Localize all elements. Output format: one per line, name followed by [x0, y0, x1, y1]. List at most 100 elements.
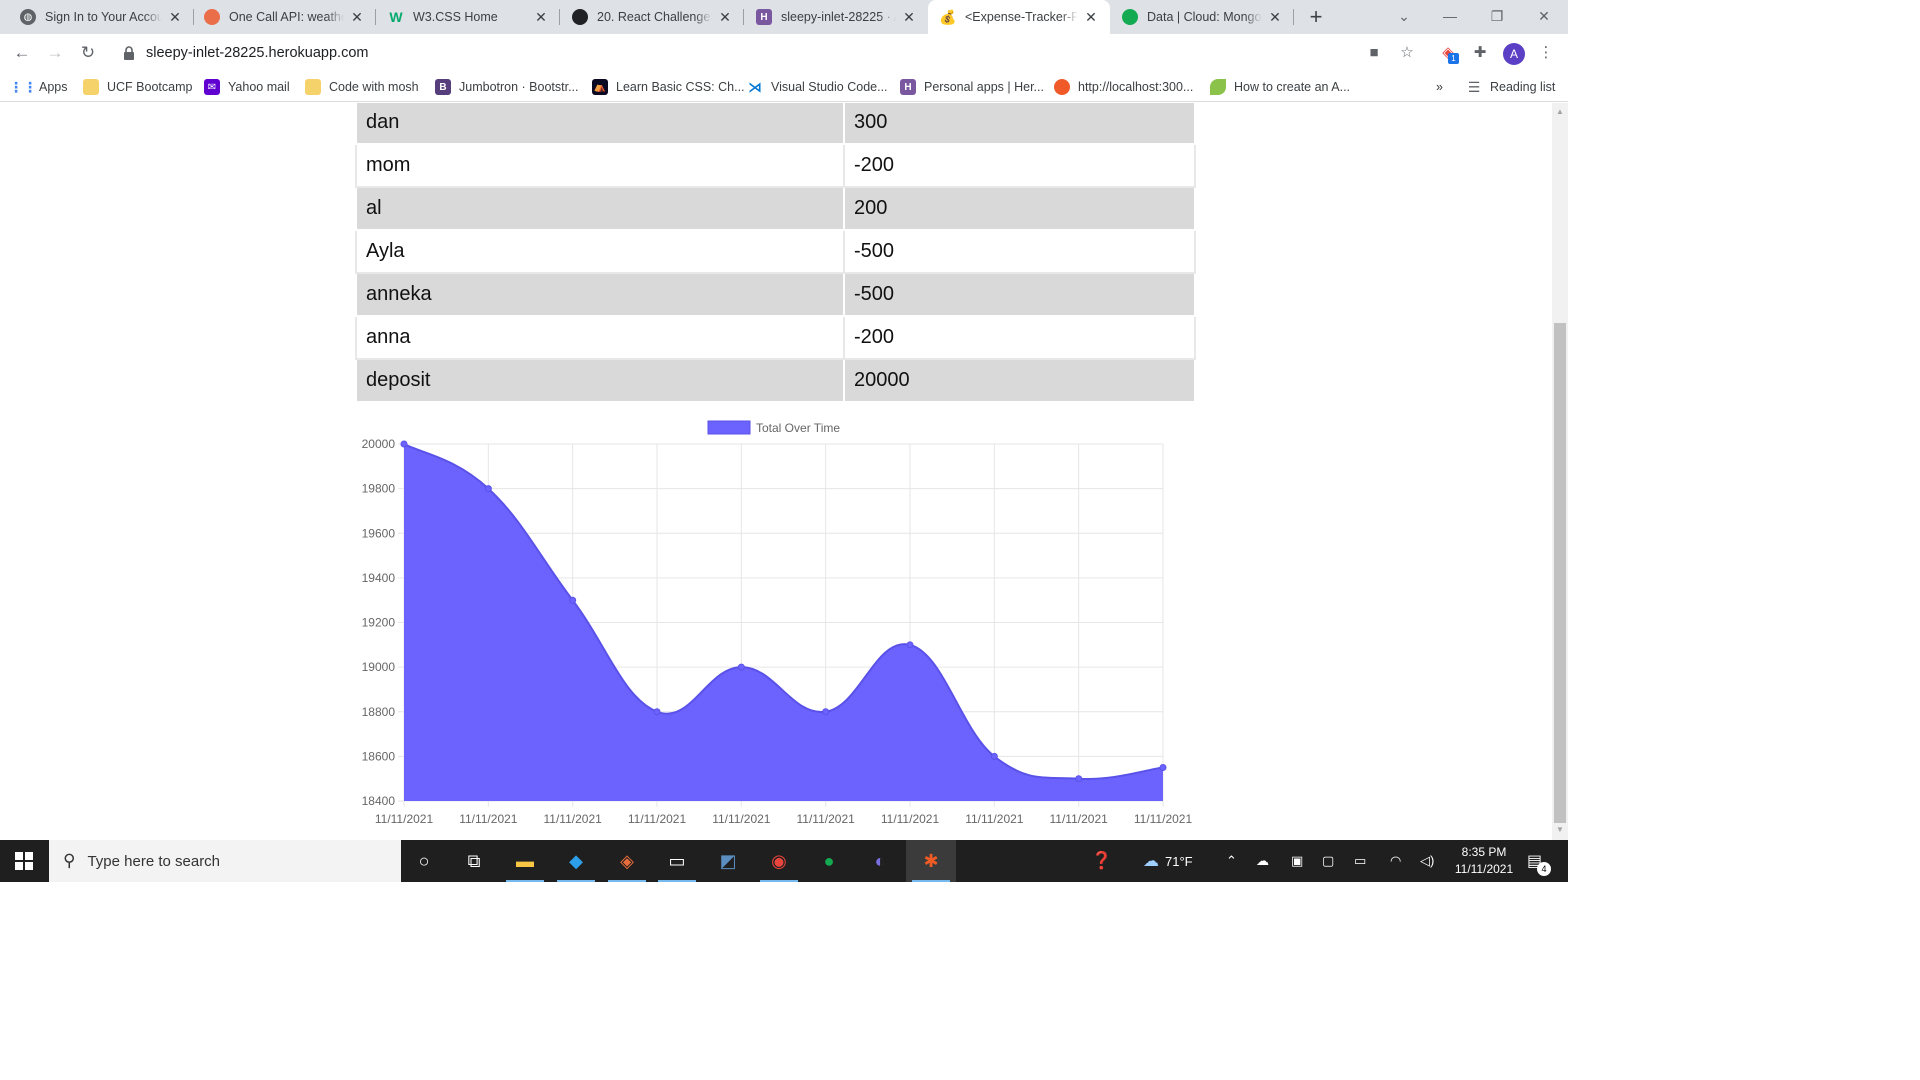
meet-now-icon[interactable]: ▣ [1291, 840, 1303, 882]
bookmark-folder[interactable]: Code with mosh [305, 78, 419, 96]
bookmark-apps[interactable]: ⋮⋮ Apps [9, 78, 68, 96]
close-tab-icon[interactable]: ✕ [902, 9, 916, 26]
taskbar-search[interactable]: ⚲ Type here to search [49, 840, 401, 882]
scroll-down-icon[interactable]: ▼ [1552, 825, 1568, 839]
legend-swatch [707, 420, 751, 435]
close-tab-icon[interactable]: ✕ [718, 9, 732, 26]
x-axis-ticks: 11/11/2021 11/11/2021 11/11/2021 11/11/2021… [375, 812, 1193, 826]
y-tick-label: 19400 [362, 571, 396, 585]
browser-tab-active[interactable]: 💰 <Expense-Tracker-PWA> ✕ [928, 0, 1110, 34]
tab-strip: ◍ Sign In to Your Account ✕ One Call API… [0, 0, 1568, 34]
reload-icon[interactable]: ↻ [76, 41, 100, 65]
menu-dots-icon[interactable]: ⋮ [1536, 43, 1556, 63]
data-point [737, 663, 745, 671]
camera-icon[interactable]: ■ [1364, 43, 1384, 63]
close-tab-icon[interactable]: ✕ [350, 9, 364, 26]
bookmark-folder[interactable]: UCF Bootcamp [83, 78, 192, 96]
profile-avatar[interactable]: A [1503, 43, 1525, 65]
weather-widget[interactable]: ☁ 71°F [1143, 840, 1193, 882]
help-icon[interactable]: ❓ [1091, 840, 1112, 882]
file-explorer-icon[interactable]: ▬ [500, 840, 550, 882]
back-icon[interactable]: ← [10, 41, 34, 65]
task-view-icon[interactable]: ⧉ [449, 840, 499, 882]
close-tab-icon[interactable]: ✕ [1268, 9, 1282, 26]
vscode-icon: ⋊ [748, 78, 762, 95]
clock-time: 8:35 PM [1461, 845, 1507, 859]
notifications-icon[interactable]: ▤ 4 [1527, 840, 1551, 882]
cortana-icon[interactable]: ○ [399, 840, 449, 882]
x-tick-label: 11/11/2021 [459, 812, 518, 826]
transaction-amount: 20000 [843, 358, 1196, 403]
y-tick-label: 18800 [362, 705, 396, 719]
start-button[interactable] [0, 840, 48, 882]
y-tick-label: 19800 [362, 482, 396, 496]
bookmark-link[interactable]: ✉ Yahoo mail [204, 78, 290, 96]
show-hidden-icons[interactable]: ⌃ [1226, 840, 1237, 882]
close-tab-icon[interactable]: ✕ [168, 9, 182, 26]
freecodecamp-icon: ⛺ [592, 79, 608, 95]
bookmarks-overflow[interactable]: » [1436, 78, 1443, 96]
vscode-icon[interactable]: ◆ [551, 840, 601, 882]
close-tab-icon[interactable]: ✕ [1084, 9, 1098, 26]
extension-badge-count: 1 [1448, 53, 1459, 64]
system-clock[interactable]: 8:35 PM 11/11/2021 [1444, 844, 1524, 878]
tab-label: 20. React Challenge: Fix [597, 10, 712, 24]
browser-tab[interactable]: W W3.CSS Home ✕ [376, 0, 560, 34]
chrome-icon[interactable]: ◉ [754, 840, 804, 882]
tablet-icon[interactable]: ▢ [1322, 840, 1334, 882]
tab-label: Sign In to Your Account [45, 10, 162, 24]
tab-label: W3.CSS Home [413, 10, 498, 24]
bookmark-star-icon[interactable]: ☆ [1397, 43, 1417, 63]
heroku-icon: H [756, 9, 772, 25]
close-tab-icon[interactable]: ✕ [534, 9, 548, 26]
page-scrollbar[interactable]: ▲ ▼ [1552, 103, 1568, 840]
bookmark-link[interactable]: http://localhost:300... [1054, 78, 1193, 96]
restore-icon[interactable]: ❐ [1474, 0, 1520, 34]
scroll-thumb[interactable] [1554, 323, 1566, 823]
scroll-up-icon[interactable]: ▲ [1552, 107, 1568, 121]
bookmark-link[interactable]: H Personal apps | Her... [900, 78, 1044, 96]
bookmark-link[interactable]: B Jumbotron · Bootstr... [435, 78, 579, 96]
eclipse-icon[interactable]: ◐ [855, 840, 905, 882]
address-bar[interactable]: sleepy-inlet-28225.herokuapp.com [110, 38, 1426, 68]
battery-icon[interactable]: ▭ [1354, 840, 1366, 882]
browser-tab[interactable]: 20. React Challenge: Fix ✕ [560, 0, 744, 34]
minimize-icon[interactable]: — [1427, 0, 1473, 34]
yahoo-mail-icon: ✉ [204, 79, 220, 95]
notification-count: 4 [1537, 862, 1551, 876]
bookmarks-bar: ⋮⋮ Apps UCF Bootcamp ✉ Yahoo mail Code wit… [0, 72, 1568, 102]
tab-search-icon[interactable]: ⌄ [1381, 0, 1427, 34]
data-point [400, 440, 408, 448]
close-window-icon[interactable]: ✕ [1521, 0, 1567, 34]
git-icon[interactable]: ◈ [602, 840, 652, 882]
browser-tab[interactable]: One Call API: weather data ✕ [192, 0, 376, 34]
data-point [1075, 775, 1083, 783]
transaction-name: dan [355, 103, 845, 145]
data-point [1159, 764, 1167, 772]
mongodb-compass-icon[interactable]: ● [804, 840, 854, 882]
bookmark-link[interactable]: How to create an A... [1210, 78, 1350, 96]
windows-taskbar: ⚲ Type here to search ○ ⧉ ▬ ◆ ◈ ▭ ◩ ◉ ● … [0, 840, 1568, 882]
onedrive-icon[interactable]: ☁ [1256, 840, 1269, 882]
y-tick-label: 19200 [362, 616, 396, 630]
postman-icon[interactable]: ✱ [906, 840, 956, 882]
bookmark-link[interactable]: ⛺ Learn Basic CSS: Ch... [592, 78, 745, 96]
extension-badge-icon[interactable]: ◈1 [1438, 43, 1459, 64]
mysql-workbench-icon[interactable]: ◩ [703, 840, 753, 882]
money-bag-icon: 💰 [939, 8, 957, 25]
y-tick-label: 19600 [362, 526, 396, 540]
terminal-icon[interactable]: ▭ [652, 840, 702, 882]
browser-tab[interactable]: ◍ Sign In to Your Account ✕ [8, 0, 194, 34]
new-tab-button[interactable]: + [1304, 4, 1328, 30]
windows-logo-icon [15, 852, 33, 870]
forward-icon[interactable]: → [43, 41, 67, 65]
reading-list[interactable]: ☰ Reading list [1466, 78, 1556, 96]
x-tick-label: 11/11/2021 [628, 812, 687, 826]
volume-icon[interactable]: ◁) [1420, 840, 1434, 882]
wifi-icon[interactable]: ◠ [1390, 840, 1401, 882]
extensions-puzzle-icon[interactable]: ✚ [1470, 43, 1490, 63]
clock-date: 11/11/2021 [1454, 862, 1514, 876]
browser-tab[interactable]: H sleepy-inlet-28225 · App ✕ [744, 0, 928, 34]
bookmark-link[interactable]: ⋊ Visual Studio Code... [747, 78, 888, 96]
browser-tab[interactable]: Data | Cloud: MongoDB ✕ [1110, 0, 1294, 34]
